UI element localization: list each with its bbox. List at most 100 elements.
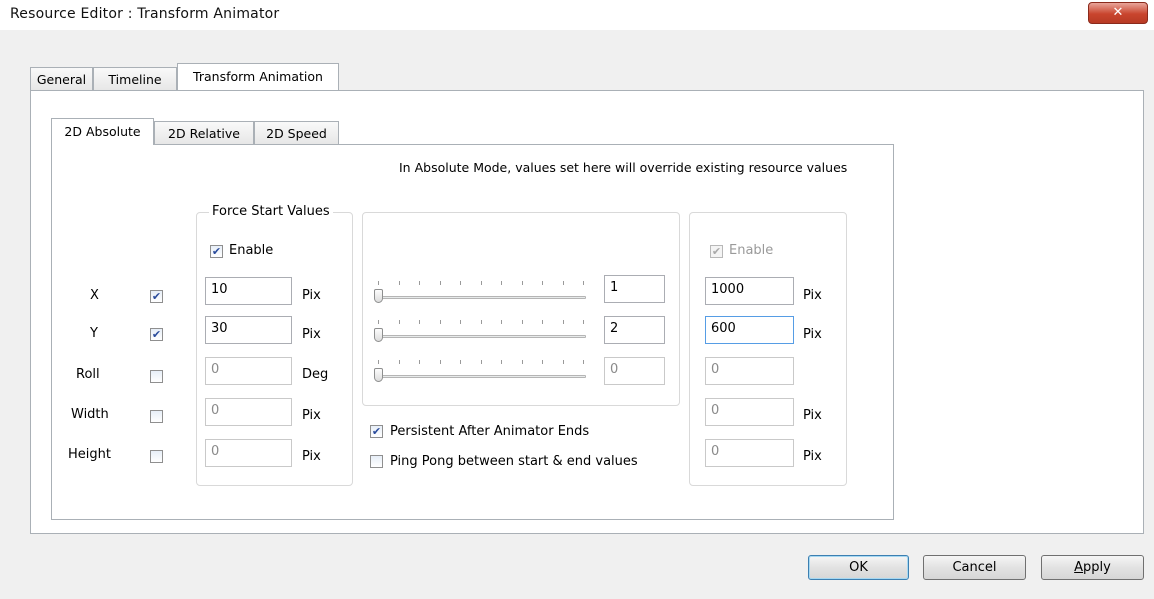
slider-thumb[interactable] xyxy=(374,368,383,382)
cancel-button[interactable]: Cancel xyxy=(923,555,1026,580)
x-start-input[interactable]: 10 xyxy=(205,277,292,305)
slider-tick xyxy=(480,320,482,324)
subtab-label: 2D Relative xyxy=(168,126,240,141)
row-label-y: Y xyxy=(90,326,98,341)
roll-start-input[interactable]: 0 xyxy=(205,357,292,385)
slider-tick xyxy=(501,320,502,324)
roll-end-input[interactable]: 0 xyxy=(705,357,794,385)
pingpong-checkbox[interactable] xyxy=(370,455,383,468)
width-end-input[interactable]: 0 xyxy=(705,398,794,426)
slider-tick xyxy=(439,360,441,364)
x-slider[interactable] xyxy=(374,279,588,305)
subtab-label: 2D Absolute xyxy=(64,124,141,139)
info-text: In Absolute Mode, values set here will o… xyxy=(399,160,848,175)
tab-transform-animation[interactable]: Transform Animation xyxy=(177,63,339,90)
tab-timeline[interactable]: Timeline xyxy=(93,67,177,91)
slider-track xyxy=(376,335,586,338)
close-button[interactable]: ✕ xyxy=(1088,2,1148,24)
force-start-caption: Force Start Values xyxy=(209,204,333,219)
pingpong-label: Ping Pong between start & end values xyxy=(390,454,638,469)
slider-tick xyxy=(583,360,584,364)
height-checkbox[interactable] xyxy=(150,450,163,463)
subtab-label: 2D Speed xyxy=(266,126,327,141)
slider-tick xyxy=(419,281,420,285)
slider-tick xyxy=(562,320,564,324)
row-label-width: Width xyxy=(71,407,109,422)
slider-tick xyxy=(480,360,482,364)
resource-editor-window: Resource Editor : Transform Animator ✕ G… xyxy=(0,0,1154,599)
width-start-unit: Pix xyxy=(302,408,321,423)
slider-tick xyxy=(398,281,400,285)
row-label-height: Height xyxy=(68,447,111,462)
slider-thumb[interactable] xyxy=(374,289,383,303)
width-checkbox[interactable] xyxy=(150,410,163,423)
height-start-input[interactable]: 0 xyxy=(205,439,292,467)
slider-tick xyxy=(583,320,584,324)
y-checkbox[interactable]: ✔ xyxy=(150,328,163,341)
slider-tick xyxy=(480,281,482,285)
y-slider-value[interactable]: 2 xyxy=(604,316,665,344)
slider-tick xyxy=(439,320,441,324)
subtab-2d-relative[interactable]: 2D Relative xyxy=(154,121,254,145)
subtab-2d-speed[interactable]: 2D Speed xyxy=(254,121,339,145)
tab-general[interactable]: General xyxy=(30,67,93,91)
subtab-2d-absolute[interactable]: 2D Absolute xyxy=(51,118,154,145)
slider-tick xyxy=(439,281,441,285)
tab-label: Transform Animation xyxy=(193,69,323,84)
height-end-unit: Pix xyxy=(803,449,822,464)
x-end-input[interactable]: 1000 xyxy=(705,277,794,305)
x-close-icon: ✕ xyxy=(1112,5,1124,20)
slider-tick xyxy=(583,281,584,285)
y-start-input[interactable]: 30 xyxy=(205,316,292,344)
slider-tick xyxy=(398,320,400,324)
window-title: Resource Editor : Transform Animator xyxy=(10,6,280,22)
slider-tick xyxy=(378,320,379,324)
slider-tick xyxy=(562,360,564,364)
slider-thumb[interactable] xyxy=(374,328,383,342)
persistent-label: Persistent After Animator Ends xyxy=(390,424,590,439)
slider-tick xyxy=(378,281,379,285)
y-end-input[interactable]: 600 xyxy=(705,316,794,344)
roll-slider-value[interactable]: 0 xyxy=(604,357,665,385)
x-slider-value[interactable]: 1 xyxy=(604,275,665,303)
slider-tick xyxy=(398,360,400,364)
height-start-unit: Pix xyxy=(302,449,321,464)
title-bar: Resource Editor : Transform Animator ✕ xyxy=(0,0,1154,30)
force-start-enable-checkbox[interactable]: ✔ xyxy=(210,245,223,258)
apply-label-rest: pply xyxy=(1083,560,1111,575)
slider-tick xyxy=(542,320,543,324)
slider-tick xyxy=(419,360,420,364)
slider-tick xyxy=(562,281,564,285)
slider-tick xyxy=(501,281,502,285)
slider-tick xyxy=(501,360,502,364)
roll-slider[interactable] xyxy=(374,358,588,384)
height-end-input[interactable]: 0 xyxy=(705,439,794,467)
slider-track xyxy=(376,375,586,378)
roll-checkbox[interactable] xyxy=(150,370,163,383)
tab-label: General xyxy=(36,72,87,87)
slider-tick xyxy=(460,281,461,285)
persistent-checkbox[interactable]: ✔ xyxy=(370,425,383,438)
slider-tick xyxy=(460,360,461,364)
ok-button[interactable]: OK xyxy=(808,555,909,580)
force-start-enable-label: Enable xyxy=(229,243,274,258)
row-label-x: X xyxy=(90,288,99,303)
row-label-roll: Roll xyxy=(76,367,100,382)
apply-mnemonic: A xyxy=(1074,560,1084,575)
width-start-input[interactable]: 0 xyxy=(205,398,292,426)
y-start-unit: Pix xyxy=(302,327,321,342)
x-start-unit: Pix xyxy=(302,288,321,303)
tab-label: Timeline xyxy=(108,72,162,87)
end-enable-label: Enable xyxy=(729,243,774,258)
slider-tick xyxy=(378,360,379,364)
end-enable-checkbox[interactable]: ✔ xyxy=(710,245,723,258)
slider-tick xyxy=(521,281,523,285)
slider-tick xyxy=(419,320,420,324)
slider-tick xyxy=(542,360,543,364)
y-slider[interactable] xyxy=(374,318,588,344)
roll-start-unit: Deg xyxy=(302,367,329,382)
apply-button[interactable]: Apply xyxy=(1041,555,1144,580)
x-checkbox[interactable]: ✔ xyxy=(150,290,163,303)
y-end-unit: Pix xyxy=(803,327,822,342)
slider-tick xyxy=(521,320,523,324)
